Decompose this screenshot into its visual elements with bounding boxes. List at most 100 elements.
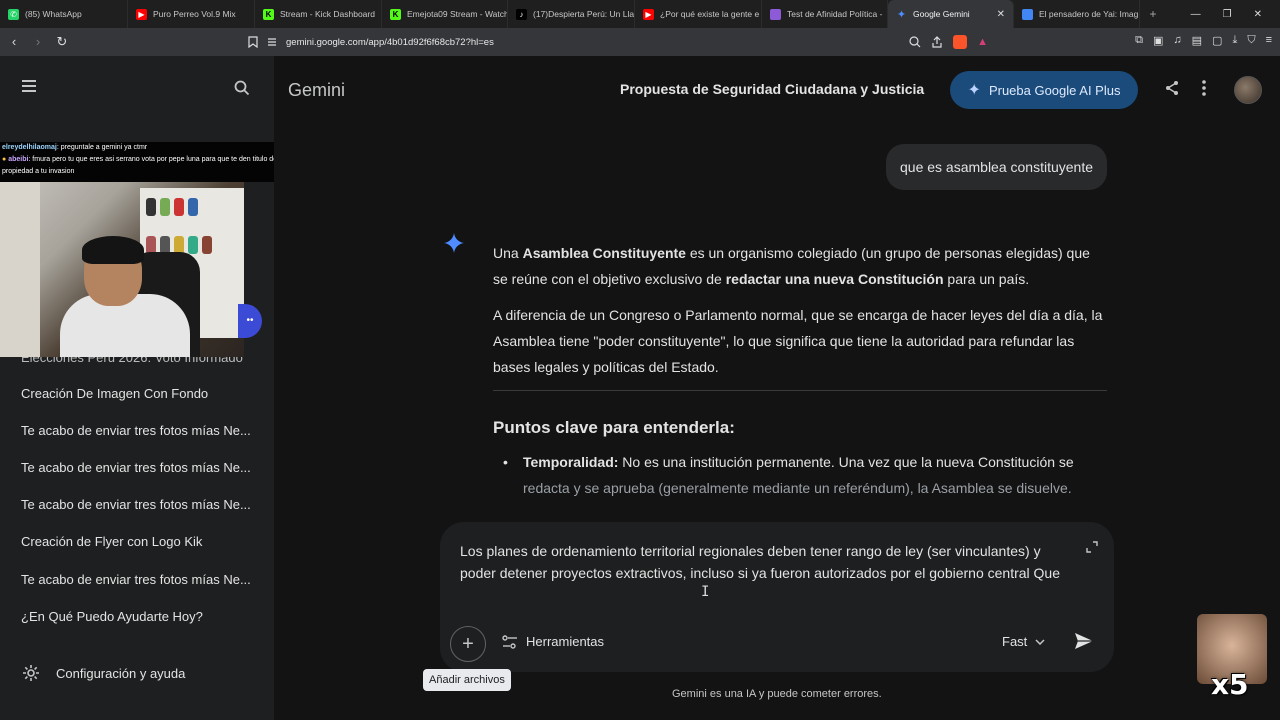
sidebar-toggle-icon[interactable]: ▤ [1192, 34, 1202, 47]
site-icon [1022, 8, 1033, 20]
whatsapp-icon: ✆ [8, 8, 19, 20]
menu-icon[interactable] [22, 80, 42, 96]
header-actions [1164, 80, 1206, 96]
tab-youtube-mix[interactable]: ▶ Puro Perreo Vol.9 Mix [128, 0, 255, 28]
expand-icon[interactable] [1086, 540, 1098, 558]
site-info-icon[interactable] [266, 36, 278, 48]
reload-icon[interactable]: ↻ [52, 34, 72, 50]
gemini-sparkle-icon [444, 233, 464, 258]
model-selector[interactable]: Fast [1002, 634, 1045, 649]
url-field[interactable]: gemini.google.com/app/4b01d92f6f68cb72?h… [248, 32, 992, 52]
chat-message: : preguntale a gemini ya ctmr [56, 144, 148, 151]
emote-overlay: x5 [1197, 612, 1267, 702]
conversation-title[interactable]: Propuesta de Seguridad Ciudadana y Justi… [620, 81, 924, 97]
response-heading: Puntos clave para entenderla: [493, 418, 735, 437]
extensions-icon[interactable]: ⧉ [1135, 34, 1143, 47]
sparkle-icon: ✦ [967, 82, 981, 99]
chat-username: elreydelhilaomaj [2, 144, 57, 151]
close-window-icon[interactable]: ✕ [1254, 9, 1262, 20]
tab-google-gemini[interactable]: ✦ Google Gemini ✕ [888, 0, 1014, 28]
tiktok-icon: ♪ [516, 8, 527, 20]
user-message-bubble: que es asamblea constituyente [886, 144, 1108, 190]
settings-label: Configuración y ayuda [56, 665, 186, 681]
zoom-icon[interactable] [909, 36, 921, 48]
tab-youtube-question[interactable]: ▶ ¿Por qué existe la gente e [635, 0, 762, 28]
wallet-icon[interactable]: ▢ [1212, 34, 1222, 47]
tools-button[interactable]: Herramientas [502, 634, 604, 649]
sidebar-item-chat[interactable]: Te acabo de enviar tres fotos mías Ne... [21, 423, 256, 438]
youtube-icon: ▶ [136, 8, 147, 20]
brave-shield-icon[interactable] [953, 35, 968, 49]
tab-kick-dashboard[interactable]: K Stream - Kick Dashboard [255, 0, 382, 28]
upgrade-label: Prueba Google AI Plus [988, 82, 1121, 98]
text-cursor: I [701, 584, 710, 600]
stream-chat-overlay: elreydelhilaomaj: preguntale a gemini ya… [0, 142, 292, 182]
tab-tiktok[interactable]: ♪ (17)Despierta Perú: Un Llar [508, 0, 635, 28]
sidebar-item-chat[interactable]: ¿En Qué Puedo Ayudarte Hoy? [21, 609, 256, 624]
sidebar-item-chat[interactable]: Te acabo de enviar tres fotos mías Ne... [21, 572, 256, 587]
share-page-icon[interactable] [931, 36, 943, 48]
window-controls: — ❐ ✕ [1191, 9, 1280, 20]
new-tab-icon[interactable]: + [1140, 7, 1166, 21]
prompt-composer: Los planes de ordenamiento territorial r… [440, 522, 1114, 672]
tab-afinidad[interactable]: Test de Afinidad Política - [762, 0, 888, 28]
brave-rewards-icon[interactable]: ▲ [977, 36, 988, 48]
tab-pensadero[interactable]: El pensadero de Yai: Imag [1014, 0, 1140, 28]
model-label: Fast [1002, 634, 1028, 649]
list-item: Temporalidad: No es una institución perm… [503, 449, 1107, 501]
address-bar-row: ‹ › ↻ gemini.google.com/app/4b01d92f6f68… [0, 28, 1280, 56]
tab-kick-stream[interactable]: K Emejota09 Stream - Watch [382, 0, 508, 28]
disclaimer: Gemini es una IA y puede cometer errores… [672, 688, 882, 700]
minimize-icon[interactable]: — [1191, 9, 1201, 20]
response-list: Temporalidad: No es una institución perm… [493, 449, 1107, 501]
back-icon[interactable]: ‹ [4, 34, 24, 50]
browser-menu-icon[interactable]: ≡ [1266, 34, 1272, 47]
youtube-icon: ▶ [643, 8, 654, 20]
send-icon [1075, 633, 1093, 649]
emote-count: x5 [1211, 668, 1249, 701]
response-paragraph: Una Asamblea Constituyente es un organis… [493, 245, 1090, 287]
maximize-icon[interactable]: ❐ [1223, 9, 1232, 20]
sidebar-item-chat[interactable]: Te acabo de enviar tres fotos mías Ne... [21, 497, 256, 512]
tools-icon [502, 634, 517, 649]
share-icon[interactable] [1164, 80, 1180, 96]
webcam-overlay [0, 182, 244, 357]
screenshot-icon[interactable]: ▣ [1153, 34, 1163, 47]
tab-whatsapp[interactable]: ✆ (85) WhatsApp [0, 0, 128, 28]
close-tab-icon[interactable]: ✕ [997, 9, 1005, 20]
site-icon [770, 8, 781, 20]
sidebar-item-chat[interactable]: Creación de Flyer con Logo Kik [21, 534, 256, 549]
chat-message: : fmura pero tu que eres asi serrano vot… [2, 156, 278, 175]
forward-icon[interactable]: › [28, 34, 48, 50]
gear-icon [23, 665, 39, 681]
settings-button[interactable]: Configuración y ayuda [22, 664, 185, 682]
bookmark-icon[interactable] [248, 36, 258, 48]
kick-icon: K [390, 8, 401, 20]
media-icon[interactable]: ♫ [1173, 34, 1181, 47]
avatar[interactable] [1234, 76, 1262, 104]
chevron-down-icon [1035, 638, 1045, 645]
plus-icon: + [462, 632, 474, 655]
chat-username: abeibi [8, 156, 29, 163]
kick-icon: K [263, 8, 274, 20]
brand-logo[interactable]: Gemini [288, 80, 345, 101]
chat-badge-icon: ● [2, 156, 7, 163]
upgrade-button[interactable]: ✦ Prueba Google AI Plus [950, 71, 1138, 109]
download-icon[interactable]: ⤓ [1232, 34, 1237, 47]
extensions-toolbar: ⧉ ▣ ♫ ▤ ▢ ⤓ ⛉ ≡ [1135, 34, 1272, 47]
gemini-icon: ✦ [896, 8, 907, 21]
divider [493, 390, 1107, 391]
browser-tab-bar: ✆ (85) WhatsApp ▶ Puro Perreo Vol.9 Mix … [0, 0, 1280, 28]
search-icon[interactable] [234, 80, 250, 101]
more-options-icon[interactable] [1202, 80, 1206, 96]
url-text: gemini.google.com/app/4b01d92f6f68cb72?h… [286, 36, 494, 48]
prompt-input[interactable]: Los planes de ordenamiento territorial r… [460, 540, 1080, 584]
add-files-button[interactable]: + [450, 626, 486, 662]
send-button[interactable] [1074, 632, 1094, 655]
sidebar-item-chat[interactable]: Te acabo de enviar tres fotos mías Ne... [21, 460, 256, 475]
vpn-icon[interactable]: ⛉ [1247, 34, 1255, 47]
model-response: Una Asamblea Constituyente es un organis… [493, 240, 1107, 501]
sidebar-item-chat[interactable]: Creación De Imagen Con Fondo [21, 386, 256, 401]
response-paragraph: A diferencia de un Congreso o Parlamento… [493, 307, 1103, 375]
main-panel: Gemini Propuesta de Seguridad Ciudadana … [274, 56, 1280, 720]
